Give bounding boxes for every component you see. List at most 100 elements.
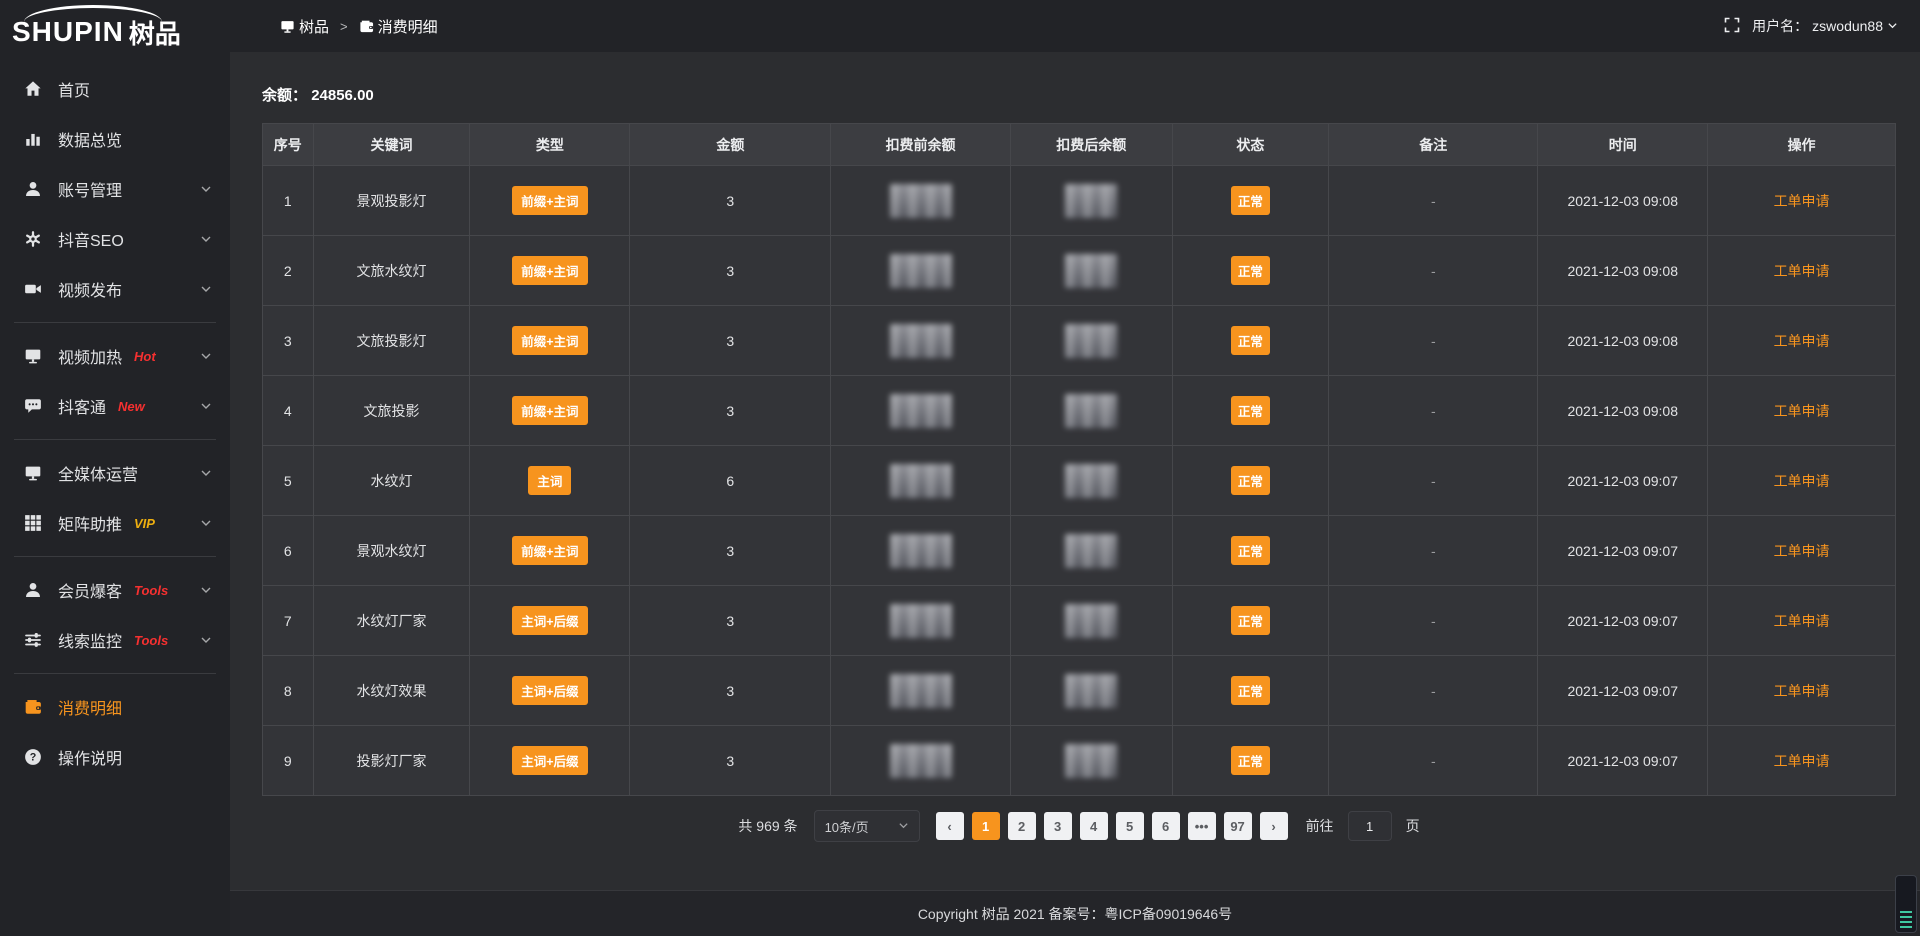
- page-button-5[interactable]: 5: [1116, 812, 1144, 840]
- page-button-2[interactable]: 2: [1008, 812, 1036, 840]
- cell-post-balance: [1010, 516, 1172, 586]
- sidebar-item-label: 全媒体运营: [58, 461, 138, 485]
- breadcrumb-item[interactable]: 消费明细: [359, 16, 438, 37]
- cell-post-balance: [1010, 586, 1172, 656]
- sidebar-item-matrix-boost[interactable]: 矩阵助推VIP: [0, 498, 230, 548]
- page-jump-input[interactable]: [1348, 811, 1392, 841]
- page-button-1[interactable]: 1: [972, 812, 1000, 840]
- sidebar-item-home[interactable]: 首页: [0, 64, 230, 114]
- work-order-link[interactable]: 工单申请: [1774, 193, 1830, 209]
- type-badge: 前缀+主词: [512, 396, 587, 425]
- chevron-down-icon: [898, 819, 909, 834]
- user-icon: [24, 180, 44, 198]
- breadcrumb-item[interactable]: 树品: [280, 16, 329, 37]
- user-area: 用户名： zswodun88: [1724, 16, 1898, 36]
- question-icon: ?: [24, 748, 44, 766]
- redacted-balance: [1065, 674, 1117, 708]
- chevron-down-icon: [200, 467, 212, 479]
- status-badge: 正常: [1231, 186, 1270, 215]
- cell-remark: -: [1329, 376, 1538, 446]
- cell-action: 工单申请: [1708, 516, 1896, 586]
- remark-text: -: [1431, 473, 1436, 489]
- cell-keyword: 景观投影灯: [313, 166, 470, 236]
- work-order-link[interactable]: 工单申请: [1774, 263, 1830, 279]
- logo-arc-decoration: [24, 5, 162, 39]
- column-header: 类型: [470, 124, 630, 166]
- column-header: 扣费前余额: [831, 124, 1011, 166]
- sidebar-item-operation-guide[interactable]: ?操作说明: [0, 732, 230, 782]
- balance-value: 24856.00: [311, 87, 374, 104]
- username: zswodun88: [1812, 18, 1883, 34]
- cell-action: 工单申请: [1708, 166, 1896, 236]
- work-order-link[interactable]: 工单申请: [1774, 543, 1830, 559]
- cell-index: 9: [263, 726, 314, 796]
- page-button-6[interactable]: 6: [1152, 812, 1180, 840]
- chevron-down-icon: [200, 350, 212, 362]
- fullscreen-icon[interactable]: [1724, 17, 1740, 36]
- sidebar-divider: [14, 673, 216, 674]
- page-size-select[interactable]: 10条/页: [814, 810, 920, 842]
- sidebar-item-lead-monitor[interactable]: 线索监控Tools: [0, 615, 230, 665]
- cell-index: 5: [263, 446, 314, 516]
- redacted-balance: [890, 534, 952, 568]
- cell-index: 3: [263, 306, 314, 376]
- work-order-link[interactable]: 工单申请: [1774, 613, 1830, 629]
- balance-label: 余额：: [262, 87, 307, 104]
- sidebar-item-label: 抖音SEO: [58, 227, 124, 251]
- page-button-3[interactable]: 3: [1044, 812, 1072, 840]
- cell-pre-balance: [831, 166, 1011, 236]
- cell-type: 主词+后缀: [470, 586, 630, 656]
- work-order-link[interactable]: 工单申请: [1774, 753, 1830, 769]
- work-order-link[interactable]: 工单申请: [1774, 403, 1830, 419]
- remark-text: -: [1431, 613, 1436, 629]
- sidebar-item-video-heat[interactable]: 视频加热Hot: [0, 331, 230, 381]
- sidebar-item-douyin-seo[interactable]: 抖音SEO: [0, 214, 230, 264]
- sidebar-item-member-baoke[interactable]: 会员爆客Tools: [0, 565, 230, 615]
- sidebar-item-account-management[interactable]: 账号管理: [0, 164, 230, 214]
- status-badge: 正常: [1231, 466, 1270, 495]
- cell-keyword: 投影灯厂家: [313, 726, 470, 796]
- sidebar-item-douketong[interactable]: 抖客通New: [0, 381, 230, 431]
- cell-action: 工单申请: [1708, 586, 1896, 656]
- cell-type: 前缀+主词: [470, 236, 630, 306]
- work-order-link[interactable]: 工单申请: [1774, 683, 1830, 699]
- cell-post-balance: [1010, 726, 1172, 796]
- work-order-link[interactable]: 工单申请: [1774, 333, 1830, 349]
- cell-index: 2: [263, 236, 314, 306]
- cell-status: 正常: [1172, 376, 1329, 446]
- sidebar-item-tag: Tools: [134, 583, 168, 598]
- page-button-97[interactable]: 97: [1224, 812, 1252, 840]
- monitor-icon: [24, 464, 44, 482]
- chevron-down-icon: [200, 183, 212, 195]
- goto-label: 前往: [1306, 816, 1334, 836]
- svg-text:?: ?: [30, 752, 37, 764]
- prev-page-button[interactable]: ‹: [936, 812, 964, 840]
- work-order-link[interactable]: 工单申请: [1774, 473, 1830, 489]
- cell-keyword: 水纹灯厂家: [313, 586, 470, 656]
- sidebar-item-label: 首页: [58, 77, 90, 101]
- cell-keyword: 文旅水纹灯: [313, 236, 470, 306]
- page-button-4[interactable]: 4: [1080, 812, 1108, 840]
- sidebar-item-all-media-operation[interactable]: 全媒体运营: [0, 448, 230, 498]
- floating-widget[interactable]: [1895, 875, 1917, 933]
- chat-icon: [24, 397, 44, 415]
- cell-keyword: 文旅投影: [313, 376, 470, 446]
- column-header: 状态: [1172, 124, 1329, 166]
- cell-time: 2021-12-03 09:08: [1538, 166, 1708, 236]
- sidebar-item-label: 账号管理: [58, 177, 122, 201]
- more-pages-button[interactable]: •••: [1188, 812, 1216, 840]
- remark-text: -: [1431, 403, 1436, 419]
- page-footer: Copyright 树品 2021 备案号：粤ICP备09019646号: [230, 890, 1920, 936]
- cell-post-balance: [1010, 656, 1172, 726]
- next-page-button[interactable]: ›: [1260, 812, 1288, 840]
- sidebar-item-tag: New: [118, 399, 145, 414]
- cell-amount: 3: [630, 236, 831, 306]
- cell-action: 工单申请: [1708, 656, 1896, 726]
- sidebar-item-video-publish[interactable]: 视频发布: [0, 264, 230, 314]
- sidebar-item-consumption-detail[interactable]: 消费明细: [0, 682, 230, 732]
- sidebar-item-data-overview[interactable]: 数据总览: [0, 114, 230, 164]
- consumption-table: 序号关键词类型金额扣费前余额扣费后余额状态备注时间操作 1景观投影灯前缀+主词3…: [262, 123, 1896, 796]
- user-dropdown[interactable]: 用户名： zswodun88: [1752, 16, 1898, 36]
- redacted-balance: [890, 184, 952, 218]
- cell-index: 8: [263, 656, 314, 726]
